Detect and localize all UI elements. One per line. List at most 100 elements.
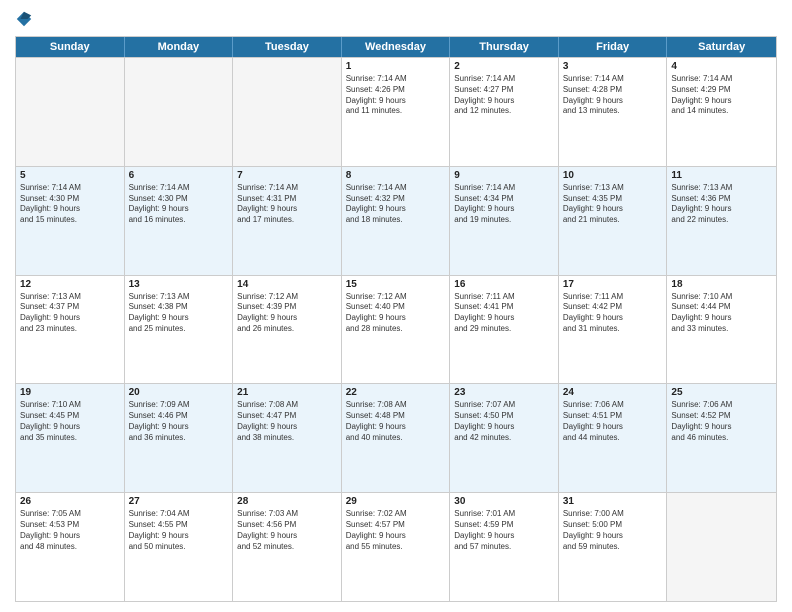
day-cell-6: 6 Sunrise: 7:14 AMSunset: 4:30 PMDaylight…	[125, 167, 234, 275]
day-number: 4	[671, 61, 772, 72]
day-info: Sunrise: 7:14 AMSunset: 4:31 PMDaylight:…	[237, 183, 337, 226]
day-cell-14: 14 Sunrise: 7:12 AMSunset: 4:39 PMDayligh…	[233, 276, 342, 384]
day-info: Sunrise: 7:09 AMSunset: 4:46 PMDaylight:…	[129, 400, 229, 443]
day-number: 30	[454, 496, 554, 507]
header-day-saturday: Saturday	[667, 37, 776, 57]
day-info: Sunrise: 7:14 AMSunset: 4:34 PMDaylight:…	[454, 183, 554, 226]
day-cell-15: 15Sunrise: 7:12 AMSunset: 4:40 PMDayligh…	[342, 276, 451, 384]
day-info: Sunrise: 7:13 AMSunset: 4:35 PMDaylight:…	[563, 183, 663, 226]
header-day-sunday: Sunday	[16, 37, 125, 57]
day-info: Sunrise: 7:13 AMSunset: 4:37 PMDaylight:…	[20, 292, 120, 335]
day-cell-20: 20 Sunrise: 7:09 AMSunset: 4:46 PMDayligh…	[125, 384, 234, 492]
day-number: 7	[237, 170, 337, 181]
day-cell-27: 27 Sunrise: 7:04 AMSunset: 4:55 PMDayligh…	[125, 493, 234, 601]
day-cell-17: 17 Sunrise: 7:11 AMSunset: 4:42 PMDayligh…	[559, 276, 668, 384]
day-number: 19	[20, 387, 120, 398]
header-day-wednesday: Wednesday	[342, 37, 451, 57]
day-info: Sunrise: 7:11 AMSunset: 4:42 PMDaylight:…	[563, 292, 663, 335]
day-cell-11: 11 Sunrise: 7:13 AMSunset: 4:36 PMDayligh…	[667, 167, 776, 275]
day-number: 5	[20, 170, 120, 181]
day-cell-28: 28Sunrise: 7:03 AMSunset: 4:56 PMDayligh…	[233, 493, 342, 601]
day-cell-13: 13 Sunrise: 7:13 AMSunset: 4:38 PMDayligh…	[125, 276, 234, 384]
day-info: Sunrise: 7:06 AMSunset: 4:52 PMDaylight:…	[671, 400, 772, 443]
header-day-monday: Monday	[125, 37, 234, 57]
day-info: Sunrise: 7:01 AMSunset: 4:59 PMDaylight:…	[454, 509, 554, 552]
day-number: 17	[563, 279, 663, 290]
day-cell-25: 25 Sunrise: 7:06 AMSunset: 4:52 PMDayligh…	[667, 384, 776, 492]
day-info: Sunrise: 7:04 AMSunset: 4:55 PMDaylight:…	[129, 509, 229, 552]
day-cell-23: 23 Sunrise: 7:07 AMSunset: 4:50 PMDayligh…	[450, 384, 559, 492]
day-cell-22: 22 Sunrise: 7:08 AMSunset: 4:48 PMDayligh…	[342, 384, 451, 492]
day-number: 25	[671, 387, 772, 398]
day-number: 20	[129, 387, 229, 398]
day-info: Sunrise: 7:14 AMSunset: 4:30 PMDaylight:…	[129, 183, 229, 226]
day-info: Sunrise: 7:08 AMSunset: 4:48 PMDaylight:…	[346, 400, 446, 443]
day-info: Sunrise: 7:14 AMSunset: 4:28 PMDaylight:…	[563, 74, 663, 117]
day-number: 14	[237, 279, 337, 290]
day-cell-1: 1 Sunrise: 7:14 AMSunset: 4:26 PMDaylight…	[342, 58, 451, 166]
day-info: Sunrise: 7:13 AMSunset: 4:38 PMDaylight:…	[129, 292, 229, 335]
logo	[15, 10, 37, 28]
day-number: 16	[454, 279, 554, 290]
day-info: Sunrise: 7:14 AMSunset: 4:27 PMDaylight:…	[454, 74, 554, 117]
day-cell-26: 26 Sunrise: 7:05 AMSunset: 4:53 PMDayligh…	[16, 493, 125, 601]
page: SundayMondayTuesdayWednesdayThursdayFrid…	[0, 0, 792, 612]
day-cell-12: 12 Sunrise: 7:13 AMSunset: 4:37 PMDayligh…	[16, 276, 125, 384]
empty-cell	[667, 493, 776, 601]
day-info: Sunrise: 7:14 AMSunset: 4:26 PMDaylight:…	[346, 74, 446, 117]
day-number: 12	[20, 279, 120, 290]
day-number: 13	[129, 279, 229, 290]
day-info: Sunrise: 7:00 AMSunset: 5:00 PMDaylight:…	[563, 509, 663, 552]
empty-cell	[125, 58, 234, 166]
empty-cell	[233, 58, 342, 166]
day-number: 31	[563, 496, 663, 507]
day-number: 23	[454, 387, 554, 398]
day-cell-3: 3 Sunrise: 7:14 AMSunset: 4:28 PMDaylight…	[559, 58, 668, 166]
day-cell-10: 10 Sunrise: 7:13 AMSunset: 4:35 PMDayligh…	[559, 167, 668, 275]
day-number: 3	[563, 61, 663, 72]
day-cell-2: 2 Sunrise: 7:14 AMSunset: 4:27 PMDaylight…	[450, 58, 559, 166]
calendar-header: SundayMondayTuesdayWednesdayThursdayFrid…	[16, 37, 776, 57]
day-number: 21	[237, 387, 337, 398]
day-number: 1	[346, 61, 446, 72]
day-info: Sunrise: 7:02 AMSunset: 4:57 PMDaylight:…	[346, 509, 446, 552]
day-cell-29: 29 Sunrise: 7:02 AMSunset: 4:57 PMDayligh…	[342, 493, 451, 601]
day-info: Sunrise: 7:13 AMSunset: 4:36 PMDaylight:…	[671, 183, 772, 226]
header-day-thursday: Thursday	[450, 37, 559, 57]
calendar-row-4: 19Sunrise: 7:10 AMSunset: 4:45 PMDayligh…	[16, 383, 776, 492]
day-number: 27	[129, 496, 229, 507]
day-number: 2	[454, 61, 554, 72]
day-cell-24: 24 Sunrise: 7:06 AMSunset: 4:51 PMDayligh…	[559, 384, 668, 492]
day-info: Sunrise: 7:11 AMSunset: 4:41 PMDaylight:…	[454, 292, 554, 335]
day-cell-19: 19Sunrise: 7:10 AMSunset: 4:45 PMDayligh…	[16, 384, 125, 492]
day-cell-7: 7 Sunrise: 7:14 AMSunset: 4:31 PMDaylight…	[233, 167, 342, 275]
day-number: 28	[237, 496, 337, 507]
day-info: Sunrise: 7:10 AMSunset: 4:44 PMDaylight:…	[671, 292, 772, 335]
day-number: 24	[563, 387, 663, 398]
calendar-body: 1 Sunrise: 7:14 AMSunset: 4:26 PMDaylight…	[16, 57, 776, 601]
calendar: SundayMondayTuesdayWednesdayThursdayFrid…	[15, 36, 777, 602]
day-number: 29	[346, 496, 446, 507]
day-cell-4: 4Sunrise: 7:14 AMSunset: 4:29 PMDaylight…	[667, 58, 776, 166]
empty-cell	[16, 58, 125, 166]
day-info: Sunrise: 7:07 AMSunset: 4:50 PMDaylight:…	[454, 400, 554, 443]
day-number: 10	[563, 170, 663, 181]
day-info: Sunrise: 7:06 AMSunset: 4:51 PMDaylight:…	[563, 400, 663, 443]
day-number: 8	[346, 170, 446, 181]
day-number: 6	[129, 170, 229, 181]
day-number: 22	[346, 387, 446, 398]
day-cell-18: 18Sunrise: 7:10 AMSunset: 4:44 PMDayligh…	[667, 276, 776, 384]
day-number: 26	[20, 496, 120, 507]
day-number: 11	[671, 170, 772, 181]
day-info: Sunrise: 7:05 AMSunset: 4:53 PMDaylight:…	[20, 509, 120, 552]
day-cell-5: 5 Sunrise: 7:14 AMSunset: 4:30 PMDaylight…	[16, 167, 125, 275]
day-number: 15	[346, 279, 446, 290]
header	[15, 10, 777, 28]
day-info: Sunrise: 7:14 AMSunset: 4:32 PMDaylight:…	[346, 183, 446, 226]
day-info: Sunrise: 7:14 AMSunset: 4:30 PMDaylight:…	[20, 183, 120, 226]
logo-icon	[15, 10, 33, 28]
header-day-tuesday: Tuesday	[233, 37, 342, 57]
day-info: Sunrise: 7:08 AMSunset: 4:47 PMDaylight:…	[237, 400, 337, 443]
calendar-row-1: 1 Sunrise: 7:14 AMSunset: 4:26 PMDaylight…	[16, 57, 776, 166]
day-info: Sunrise: 7:12 AMSunset: 4:39 PMDaylight:…	[237, 292, 337, 335]
